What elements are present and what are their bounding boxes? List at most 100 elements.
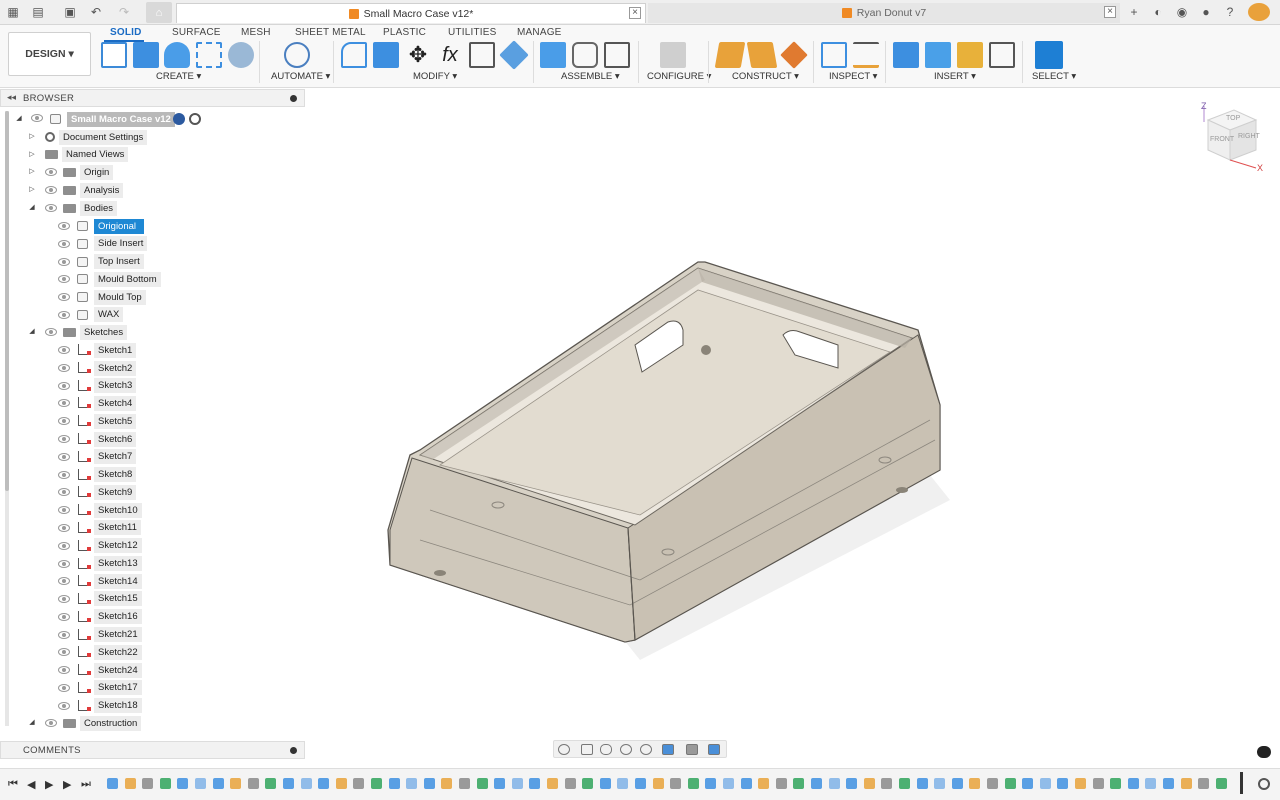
tree-sketch[interactable]: Sketch6: [94, 432, 137, 447]
tree-sketch[interactable]: Sketch24: [94, 663, 142, 678]
visibility-eye-icon[interactable]: [58, 666, 70, 674]
timeline-feature-icon[interactable]: [459, 778, 470, 789]
timeline-feature-icon[interactable]: [1092, 778, 1104, 789]
tree-body-side-insert[interactable]: Side Insert: [94, 236, 148, 251]
extensions-icon[interactable]: ◐: [1150, 4, 1166, 20]
tree-body-wax[interactable]: WAX: [94, 307, 124, 322]
visibility-eye-icon[interactable]: [58, 471, 70, 479]
midplane-icon[interactable]: [780, 41, 808, 69]
timeline-feature-icon[interactable]: [617, 778, 629, 789]
tree-analysis[interactable]: Analysis: [80, 183, 124, 198]
tab-solid[interactable]: SOLID: [110, 27, 142, 38]
timeline-feature-icon[interactable]: [758, 778, 770, 789]
timeline-feature-icon[interactable]: [969, 778, 981, 789]
link-icon[interactable]: [173, 113, 185, 125]
timeline-feature-icon[interactable]: [828, 778, 840, 789]
visibility-eye-icon[interactable]: [58, 453, 70, 461]
timeline-feature-icon[interactable]: [511, 778, 523, 789]
tab-mesh[interactable]: MESH: [241, 27, 271, 38]
timeline-feature-icon[interactable]: [687, 778, 699, 789]
viewports-icon[interactable]: [708, 744, 720, 755]
visibility-eye-icon[interactable]: [58, 631, 70, 639]
display-settings-icon[interactable]: [662, 744, 674, 755]
timeline-feature-icon[interactable]: [1145, 778, 1157, 789]
timeline-feature-icon[interactable]: [881, 778, 893, 789]
insert-dxf-icon[interactable]: [989, 42, 1015, 68]
extrude-icon[interactable]: [133, 42, 159, 68]
parameters-icon[interactable]: fx: [437, 42, 463, 68]
tab-manage[interactable]: MANAGE: [517, 27, 562, 38]
timeline-feature-icon[interactable]: [635, 778, 646, 789]
visibility-eye-icon[interactable]: [45, 328, 57, 336]
visibility-eye-icon[interactable]: [58, 577, 70, 585]
automate-icon[interactable]: [284, 42, 310, 68]
visibility-eye-icon[interactable]: [58, 417, 70, 425]
tab-utilities[interactable]: UTILITIES: [448, 27, 496, 38]
expand-triangle[interactable]: ▷: [28, 168, 36, 176]
notifications-icon[interactable]: ●: [1198, 4, 1214, 20]
visibility-eye-icon[interactable]: [58, 311, 70, 319]
plane-at-angle-icon[interactable]: [746, 42, 778, 68]
tree-sketch[interactable]: Sketch3: [94, 378, 137, 393]
tree-sketch[interactable]: Sketch9: [94, 485, 137, 500]
visibility-eye-icon[interactable]: [58, 364, 70, 372]
tree-sketch[interactable]: Sketch21: [94, 627, 142, 642]
job-status-icon[interactable]: ◉: [1174, 4, 1190, 20]
chat-icon[interactable]: [1257, 746, 1271, 758]
collapse-icon[interactable]: ◂◂: [7, 92, 16, 103]
redo-icon[interactable]: ↷: [116, 4, 132, 20]
press-pull-icon[interactable]: [341, 42, 367, 68]
insert-menu[interactable]: INSERT ▾: [934, 71, 976, 82]
timeline-marker[interactable]: [1240, 772, 1243, 794]
browser-scroll-thumb[interactable]: [5, 111, 9, 491]
tree-body-origional[interactable]: Origional: [94, 219, 144, 234]
help-icon[interactable]: ?: [1222, 4, 1238, 20]
timeline-feature-icon[interactable]: [177, 778, 189, 789]
assemble-menu[interactable]: ASSEMBLE ▾: [561, 71, 620, 82]
activate-radio-icon[interactable]: [189, 113, 201, 125]
tree-named-views[interactable]: Named Views: [62, 147, 129, 162]
timeline-feature-icon[interactable]: [476, 778, 488, 789]
insert-mesh-icon[interactable]: [957, 42, 983, 68]
timeline-feature-icon[interactable]: [1004, 778, 1016, 789]
visibility-eye-icon[interactable]: [58, 275, 70, 283]
tree-sketch[interactable]: Sketch7: [94, 449, 137, 464]
timeline-feature-icon[interactable]: [899, 778, 910, 789]
new-component-icon[interactable]: [540, 42, 566, 68]
visibility-eye-icon[interactable]: [58, 399, 70, 407]
visibility-eye-icon[interactable]: [58, 258, 70, 266]
visibility-eye-icon[interactable]: [58, 560, 70, 568]
visibility-eye-icon[interactable]: [58, 613, 70, 621]
visibility-eye-icon[interactable]: [58, 346, 70, 354]
tree-origin[interactable]: Origin: [80, 165, 114, 180]
apps-grid-icon[interactable]: ▦: [5, 4, 21, 20]
expand-triangle[interactable]: ▷: [28, 151, 36, 159]
view-cube[interactable]: Z X FRONT RIGHT TOP: [1196, 100, 1266, 175]
visibility-eye-icon[interactable]: [58, 684, 70, 692]
orbit-icon[interactable]: [558, 744, 570, 755]
timeline-feature-icon[interactable]: [124, 778, 136, 789]
home-button[interactable]: ⌂: [146, 2, 172, 23]
timeline-feature-icon[interactable]: [335, 778, 347, 789]
tree-sketch[interactable]: Sketch10: [94, 503, 142, 518]
tree-sketch[interactable]: Sketch22: [94, 645, 142, 660]
timeline-feature-icon[interactable]: [811, 778, 822, 789]
tree-sketch[interactable]: Sketch14: [94, 574, 142, 589]
measure-icon[interactable]: [821, 42, 847, 68]
collapse-triangle[interactable]: ◢: [28, 328, 36, 336]
grid-settings-icon[interactable]: [686, 744, 698, 755]
box-icon[interactable]: [196, 42, 222, 68]
create-menu[interactable]: CREATE ▾: [156, 71, 201, 82]
tree-sketch[interactable]: Sketch15: [94, 591, 142, 606]
visibility-eye-icon[interactable]: [58, 595, 70, 603]
save-icon[interactable]: ▣: [62, 4, 78, 20]
tab-sheet-metal[interactable]: SHEET METAL: [295, 27, 366, 38]
tab-plastic[interactable]: PLASTIC: [383, 27, 426, 38]
timeline-feature-icon[interactable]: [1075, 778, 1086, 789]
tab-ryan-donut[interactable]: Ryan Donut v7 ×: [648, 3, 1120, 23]
timeline-feature-icon[interactable]: [300, 778, 312, 789]
modify-menu[interactable]: MODIFY ▾: [413, 71, 457, 82]
viewcube-top-face[interactable]: TOP: [1226, 115, 1240, 122]
tree-body-top-insert[interactable]: Top Insert: [94, 254, 144, 269]
visibility-eye-icon[interactable]: [58, 240, 70, 248]
